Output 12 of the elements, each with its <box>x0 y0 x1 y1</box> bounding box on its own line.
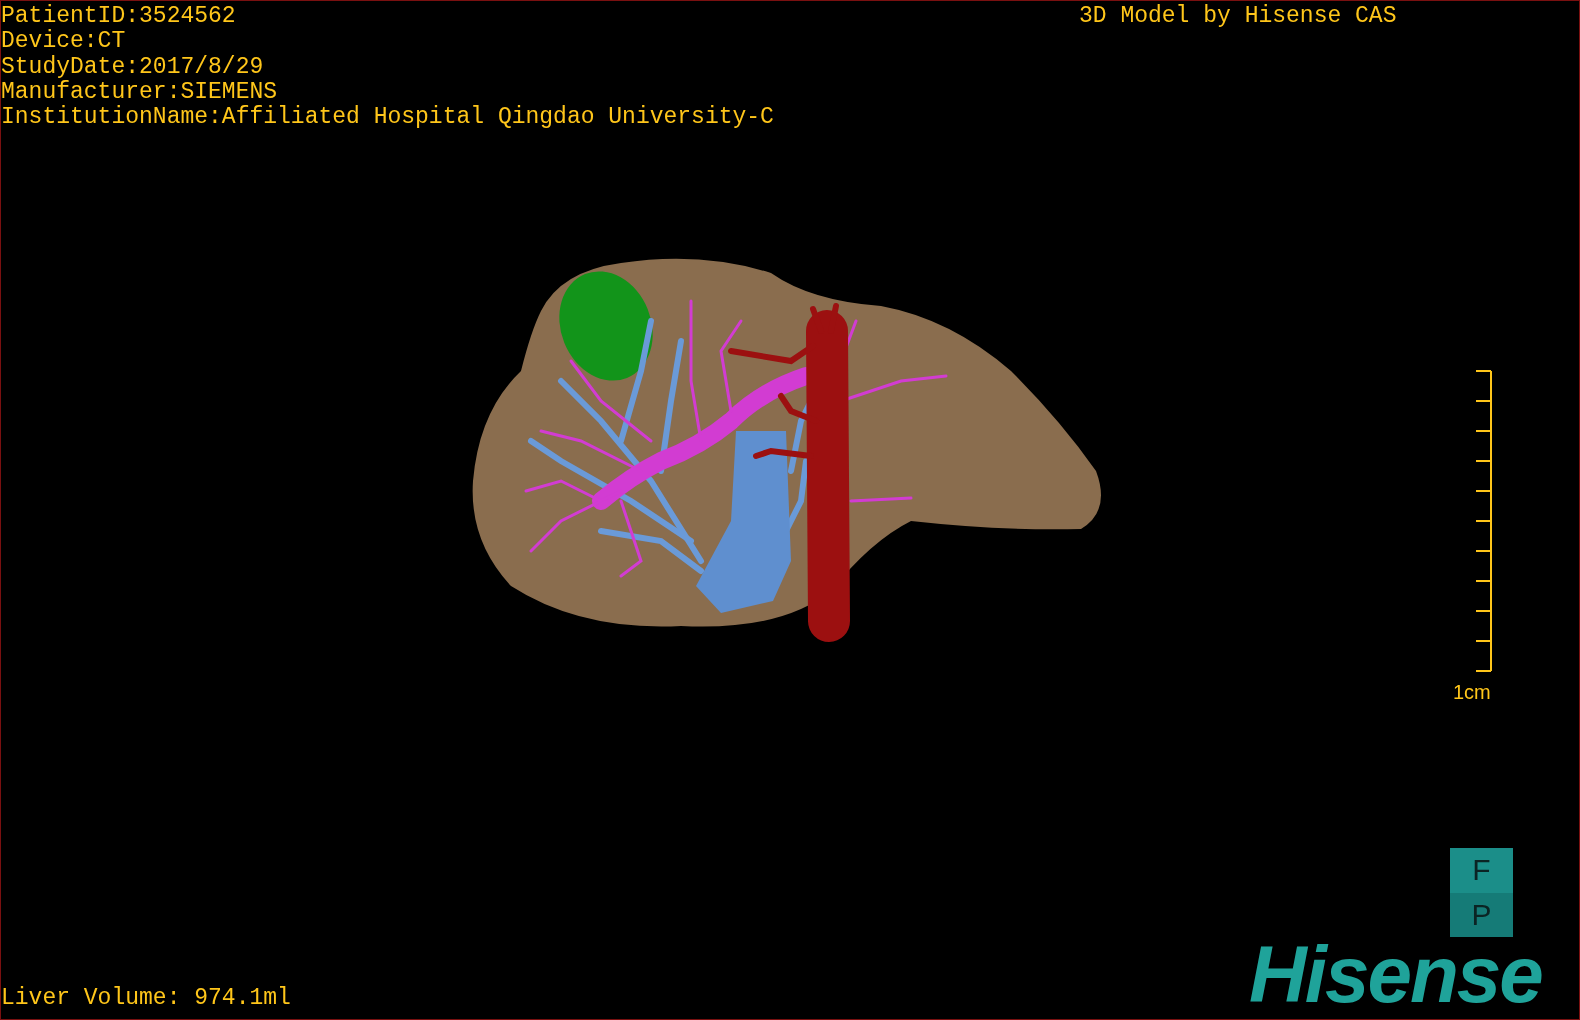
orientation-face-label: F <box>1450 848 1513 893</box>
study-info-text: Manufacturer:SIEMENS <box>1 79 278 105</box>
liver-volume-text: Liver Volume: 974.1ml <box>1 986 291 1012</box>
logo-text: Hisense <box>1249 935 1542 1015</box>
orientation-face-label: P <box>1450 892 1513 937</box>
study-info-text: InstitutionName:Affiliated Hospital Qingdao University-C <box>1 105 774 131</box>
orientation-cube[interactable]: F P <box>1450 848 1513 937</box>
study-info-text: Device:CT <box>1 29 126 55</box>
study-info-text: StudyDate:2017/8/29 <box>1 54 264 80</box>
study-info-text: PatientID:3524562 <box>1 4 236 29</box>
scale-label: 1cm <box>1453 681 1491 703</box>
model-title: 3D Model by Hisense CAS <box>1079 4 1397 30</box>
